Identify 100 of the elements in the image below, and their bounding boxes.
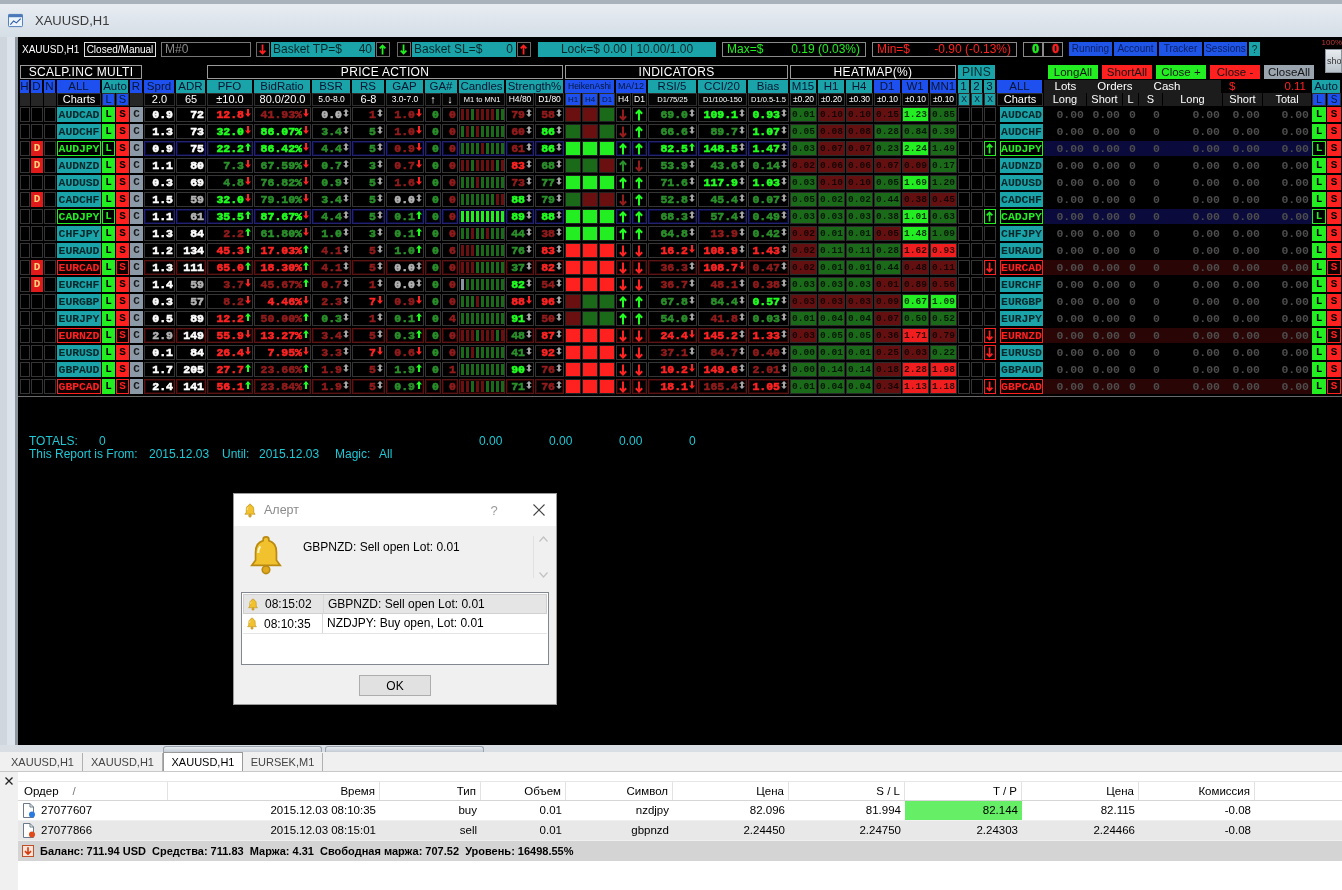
symbol-button[interactable]: AUDNZD xyxy=(57,158,101,173)
column-header[interactable]: MN1 xyxy=(930,80,956,93)
pin-cell[interactable] xyxy=(984,192,996,207)
s-button[interactable]: S xyxy=(116,362,129,377)
l-button[interactable]: L xyxy=(1312,192,1326,207)
close-icon[interactable] xyxy=(5,777,13,785)
column-header[interactable]: ALL xyxy=(57,80,100,93)
pin-cell[interactable] xyxy=(984,277,996,292)
s-button[interactable]: S xyxy=(1327,362,1341,377)
pin-cell[interactable] xyxy=(958,141,970,156)
pin-cell[interactable] xyxy=(958,328,970,343)
l-button[interactable]: L xyxy=(102,294,115,309)
column-header[interactable]: Символ xyxy=(566,782,673,800)
l-button[interactable]: L xyxy=(1312,209,1326,224)
trade-button[interactable]: ShortAll xyxy=(1102,65,1152,79)
s-button[interactable]: S xyxy=(1327,277,1341,292)
symbol-button[interactable]: GBPAUD xyxy=(1000,362,1043,377)
l-button[interactable]: L xyxy=(1312,328,1326,343)
l-button[interactable]: L xyxy=(102,243,115,258)
column-header[interactable]: H1 xyxy=(818,80,844,93)
c-button[interactable]: C xyxy=(130,345,143,360)
s-button[interactable]: S xyxy=(1327,124,1341,139)
toggle-cell[interactable] xyxy=(31,294,43,309)
column-header[interactable]: RS xyxy=(352,80,384,93)
chevron-down-icon[interactable] xyxy=(538,572,548,578)
toggle-cell[interactable] xyxy=(44,192,56,207)
pin-cell[interactable] xyxy=(984,107,996,122)
pin-cell[interactable] xyxy=(984,345,996,360)
symbol-button[interactable]: AUDJPY xyxy=(57,141,101,156)
l-button[interactable]: L xyxy=(102,141,115,156)
column-header[interactable]: T / P xyxy=(905,782,1022,800)
symbol-button[interactable]: EURCAD xyxy=(57,260,101,275)
s-button[interactable]: S xyxy=(116,260,129,275)
column-header[interactable]: D1 xyxy=(874,80,900,93)
l-button[interactable]: L xyxy=(1312,362,1326,377)
c-button[interactable]: C xyxy=(130,362,143,377)
symbol-button[interactable]: AUDJPY xyxy=(1000,141,1043,156)
c-button[interactable]: C xyxy=(130,294,143,309)
l-button[interactable]: L xyxy=(1312,345,1326,360)
s-button[interactable]: S xyxy=(116,192,129,207)
column-header[interactable]: Объем xyxy=(481,782,566,800)
toggle-cell[interactable] xyxy=(20,243,30,258)
column-header[interactable]: N xyxy=(44,80,55,93)
s-button[interactable]: S xyxy=(116,209,129,224)
column-header[interactable]: H4 xyxy=(846,80,872,93)
c-button[interactable]: C xyxy=(130,243,143,258)
toggle-cell[interactable] xyxy=(31,362,43,377)
d-flag[interactable]: D xyxy=(31,158,43,173)
pin-cell[interactable] xyxy=(958,345,970,360)
s-button[interactable]: S xyxy=(1327,379,1341,394)
c-button[interactable]: C xyxy=(130,141,143,156)
ok-button[interactable]: OK xyxy=(359,675,431,696)
l-button[interactable]: L xyxy=(102,158,115,173)
column-header[interactable]: PFO xyxy=(207,80,252,93)
toggle-cell[interactable] xyxy=(31,243,43,258)
pin-cell[interactable] xyxy=(971,328,983,343)
l-button[interactable]: L xyxy=(1312,107,1326,122)
toggle-cell[interactable] xyxy=(31,379,43,394)
toggle-cell[interactable] xyxy=(31,328,43,343)
toggle-cell[interactable] xyxy=(44,294,56,309)
down-arrow-button[interactable] xyxy=(397,41,411,57)
pin-cell[interactable] xyxy=(958,192,970,207)
symbol-button[interactable]: GBPCAD xyxy=(57,379,101,394)
toggle-cell[interactable] xyxy=(44,311,56,326)
symbol-button[interactable]: CHFJPY xyxy=(57,226,101,241)
s-button[interactable]: S xyxy=(1327,158,1341,173)
toggle-cell[interactable] xyxy=(44,328,56,343)
column-header[interactable]: S / L xyxy=(789,782,905,800)
toggle-cell[interactable] xyxy=(20,158,30,173)
pin-cell[interactable] xyxy=(984,124,996,139)
column-header[interactable]: M15 xyxy=(790,80,816,93)
s-button[interactable]: S xyxy=(1327,192,1341,207)
toggle-cell[interactable] xyxy=(20,311,30,326)
s-button[interactable]: S xyxy=(116,379,129,394)
s-button[interactable]: S xyxy=(116,226,129,241)
pin-cell[interactable] xyxy=(971,209,983,224)
minimized-window[interactable] xyxy=(325,746,484,752)
chart-tab[interactable]: XAUUSD,H1 xyxy=(3,753,83,771)
pin-cell[interactable] xyxy=(971,277,983,292)
toggle-cell[interactable] xyxy=(44,175,56,190)
toggle-cell[interactable] xyxy=(20,175,30,190)
column-header[interactable]: Ордер xyxy=(24,782,59,800)
chevron-up-icon[interactable] xyxy=(538,536,548,542)
s-button[interactable]: S xyxy=(116,107,129,122)
toggle-cell[interactable] xyxy=(20,107,30,122)
s-button[interactable]: S xyxy=(116,158,129,173)
s-button[interactable]: S xyxy=(116,124,129,139)
symbol-button[interactable]: EURCHF xyxy=(1000,277,1043,292)
column-header[interactable]: H xyxy=(20,80,29,93)
toggle-cell[interactable] xyxy=(44,107,56,122)
toggle-cell[interactable] xyxy=(20,260,30,275)
up-arrow-button[interactable] xyxy=(517,41,531,57)
column-header[interactable]: R xyxy=(130,80,142,93)
c-button[interactable]: C xyxy=(130,277,143,292)
l-button[interactable]: L xyxy=(1312,141,1326,156)
toggle-cell[interactable] xyxy=(20,141,30,156)
toggle-cell[interactable] xyxy=(31,209,43,224)
d-flag[interactable]: D xyxy=(31,277,43,292)
l-button[interactable]: L xyxy=(102,124,115,139)
symbol-button[interactable]: EURCAD xyxy=(1000,260,1043,275)
